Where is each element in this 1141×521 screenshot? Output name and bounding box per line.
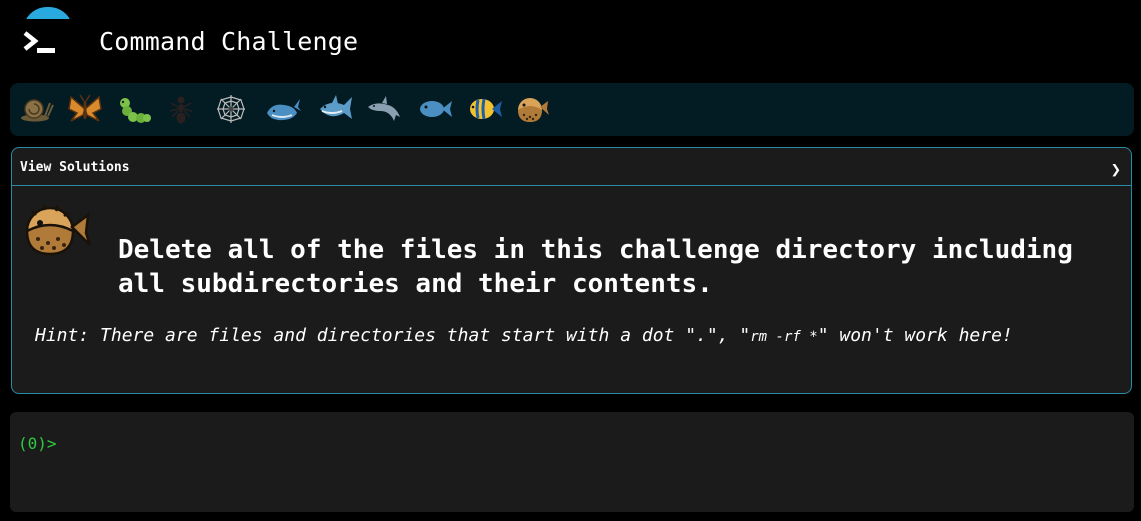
- level-caterpillar-icon[interactable]: [114, 91, 152, 127]
- level-shark-icon[interactable]: [316, 91, 354, 127]
- challenge-description: Delete all of the files in this challeng…: [118, 235, 1073, 299]
- view-solutions-toggle[interactable]: View Solutions ❯: [12, 148, 1131, 186]
- level-tropical-fish-icon[interactable]: [466, 91, 504, 127]
- terminal-prompt: (0)>: [18, 434, 57, 453]
- hint-code: rm -rf *: [750, 329, 818, 345]
- level-butterfly-icon[interactable]: [66, 91, 104, 127]
- header: Command Challenge: [0, 0, 1141, 80]
- level-blowfish-icon[interactable]: [514, 91, 552, 127]
- terminal[interactable]: (0)>: [10, 412, 1134, 512]
- level-ant-icon[interactable]: [162, 91, 200, 127]
- level-dolphin-icon[interactable]: [366, 91, 404, 127]
- level-whale-icon[interactable]: [264, 91, 302, 127]
- app-title: Command Challenge: [99, 27, 359, 56]
- hint-after: " won't work here!: [817, 325, 1013, 346]
- level-selector: [10, 83, 1134, 136]
- hint-before: Hint: There are files and directories th…: [35, 325, 751, 346]
- level-fish-icon[interactable]: [416, 91, 454, 127]
- hint-text: Hint: There are files and directories th…: [35, 325, 1013, 346]
- logo-arc: [23, 7, 73, 19]
- level-snail-icon[interactable]: [18, 91, 56, 127]
- chevron-right-icon: ❯: [1110, 160, 1121, 180]
- level-spider-web-icon[interactable]: [212, 91, 250, 127]
- terminal-input[interactable]: [60, 430, 1124, 458]
- terminal-logo-icon: [23, 31, 55, 53]
- challenge-panel: View Solutions ❯ Delete all of the files…: [11, 147, 1132, 394]
- view-solutions-label: View Solutions: [20, 160, 130, 175]
- blowfish-icon: [25, 204, 92, 256]
